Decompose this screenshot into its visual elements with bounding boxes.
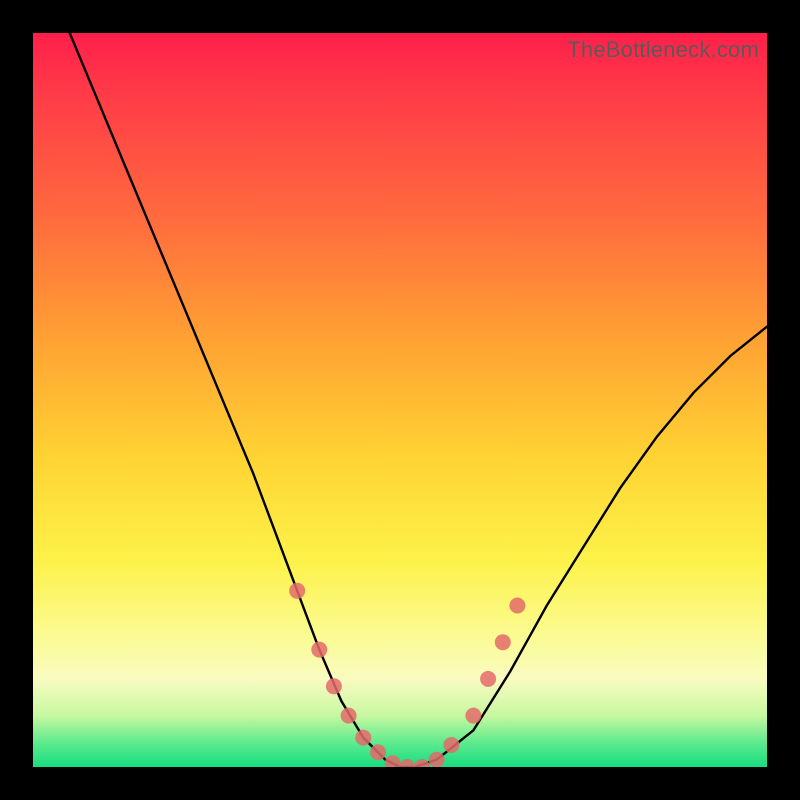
highlight-dot — [495, 634, 511, 650]
highlight-dot — [355, 730, 371, 746]
highlight-dot — [370, 744, 386, 760]
chart-frame: TheBottleneck.com — [0, 0, 800, 800]
plot-area: TheBottleneck.com — [33, 33, 767, 767]
highlight-dots — [289, 583, 525, 767]
curve-overlay — [33, 33, 767, 767]
highlight-dot — [465, 708, 481, 724]
highlight-dot — [385, 755, 401, 767]
highlight-dot — [443, 737, 459, 753]
highlight-dot — [311, 642, 327, 658]
bottleneck-curve — [70, 33, 767, 767]
highlight-dot — [326, 678, 342, 694]
highlight-dot — [480, 671, 496, 687]
highlight-dot — [509, 598, 525, 614]
highlight-dot — [289, 583, 305, 599]
highlight-dot — [429, 752, 445, 767]
highlight-dot — [399, 759, 415, 767]
highlight-dot — [414, 759, 430, 767]
highlight-dot — [341, 708, 357, 724]
